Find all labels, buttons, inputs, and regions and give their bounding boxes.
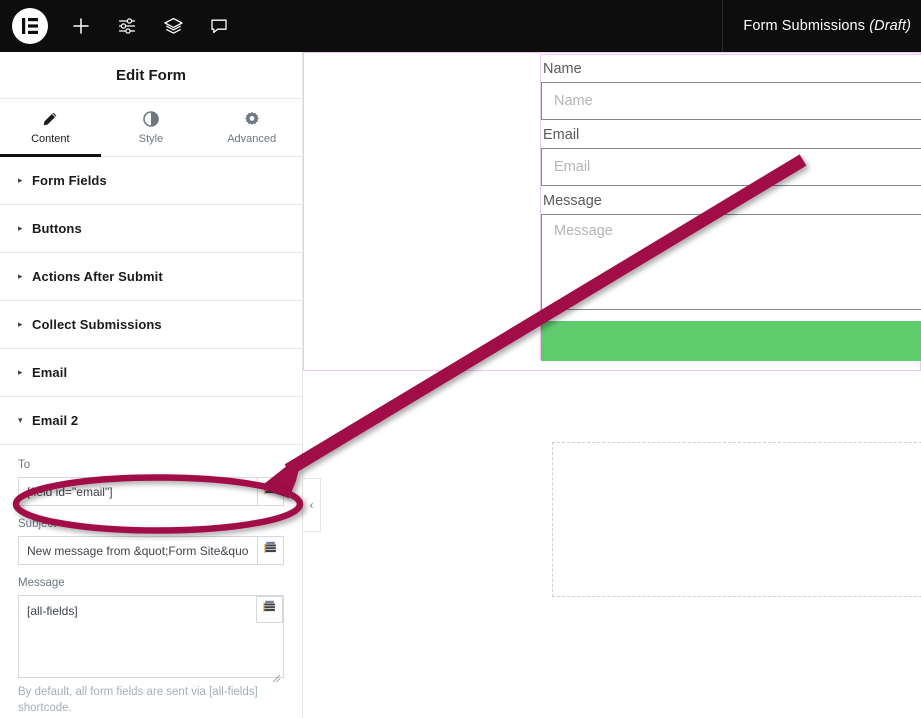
to-input[interactable] bbox=[18, 477, 257, 506]
control-to: To bbox=[18, 459, 284, 506]
control-subject-row bbox=[18, 536, 284, 565]
email-2-controls: To [field id="email"] Subject New messag… bbox=[0, 445, 302, 716]
layers-icon bbox=[163, 16, 184, 37]
control-message-row bbox=[18, 595, 284, 683]
preview-input-name[interactable] bbox=[541, 81, 921, 120]
subject-shortcode-insert-button[interactable] bbox=[257, 536, 284, 565]
document-status-badge: (Draft) bbox=[869, 18, 911, 34]
control-message: Message [all-fields] By default, all for… bbox=[18, 577, 284, 716]
section-collect-submissions-label: Collect Submissions bbox=[32, 317, 162, 332]
preview-label-name: Name bbox=[543, 61, 582, 77]
sliders-icon bbox=[117, 16, 137, 36]
add-element-button[interactable] bbox=[58, 0, 104, 52]
comments-button[interactable] bbox=[196, 0, 242, 52]
navigator-button[interactable] bbox=[150, 0, 196, 52]
tab-content-label: Content bbox=[31, 133, 70, 145]
pencil-icon bbox=[42, 110, 58, 127]
section-email-2-label: Email 2 bbox=[32, 413, 79, 428]
panel-header: Edit Form bbox=[0, 52, 302, 99]
editor-panel: Edit Form Content Style Advanced ▸ Form … bbox=[0, 52, 303, 718]
chevron-right-icon: ▸ bbox=[18, 271, 23, 281]
chevron-right-icon: ▸ bbox=[18, 319, 23, 329]
panel-collapse-button[interactable]: ‹ bbox=[303, 478, 321, 532]
form-widget[interactable]: Name Email Message bbox=[540, 54, 921, 361]
panel-tabs: Content Style Advanced bbox=[0, 99, 302, 157]
subject-input[interactable] bbox=[18, 536, 257, 565]
gear-icon bbox=[244, 110, 260, 127]
tab-style-label: Style bbox=[138, 133, 164, 145]
tab-content[interactable]: Content bbox=[0, 99, 101, 157]
preview-canvas: Name Email Message bbox=[303, 52, 921, 718]
preview-input-email[interactable] bbox=[541, 147, 921, 186]
preview-textarea-message[interactable] bbox=[541, 213, 921, 310]
preview-field-name: Name bbox=[541, 61, 921, 120]
controls-accordion: ▸ Form Fields ▸ Buttons ▸ Actions After … bbox=[0, 157, 302, 445]
elementor-logo-icon[interactable] bbox=[12, 8, 48, 44]
section-email-label: Email bbox=[32, 365, 68, 380]
panel-title: Edit Form bbox=[116, 66, 186, 84]
chevron-right-icon: ▸ bbox=[18, 175, 23, 185]
chevron-left-icon: ‹ bbox=[309, 498, 314, 512]
section-outline[interactable]: Name Email Message bbox=[303, 52, 921, 371]
shortcode-insert-icon bbox=[264, 482, 277, 501]
section-actions-after-submit[interactable]: ▸ Actions After Submit bbox=[0, 253, 302, 301]
contrast-icon bbox=[143, 110, 159, 127]
control-to-label: To bbox=[18, 459, 31, 471]
message-shortcode-insert-button[interactable] bbox=[256, 596, 283, 623]
control-subject: Subject bbox=[18, 518, 284, 565]
tab-advanced[interactable]: Advanced bbox=[201, 99, 302, 156]
section-actions-after-submit-label: Actions After Submit bbox=[32, 269, 163, 284]
section-buttons[interactable]: ▸ Buttons bbox=[0, 205, 302, 253]
plus-icon bbox=[71, 16, 91, 36]
message-textarea[interactable] bbox=[18, 595, 284, 678]
shortcode-insert-icon bbox=[263, 600, 276, 619]
chevron-down-icon: ▾ bbox=[18, 415, 23, 425]
section-email-2[interactable]: ▾ Email 2 bbox=[0, 397, 302, 445]
control-subject-label: Subject bbox=[18, 518, 57, 530]
document-title-text: Form Submissions bbox=[743, 18, 866, 34]
document-title: Form Submissions (Draft) bbox=[743, 18, 911, 34]
section-form-fields[interactable]: ▸ Form Fields bbox=[0, 157, 302, 205]
tab-advanced-label: Advanced bbox=[227, 133, 277, 145]
preview-field-message: Message bbox=[541, 192, 921, 310]
section-email[interactable]: ▸ Email bbox=[0, 349, 302, 397]
chat-bubble-icon bbox=[209, 16, 229, 36]
to-shortcode-insert-button[interactable] bbox=[257, 477, 284, 506]
elementor-editor: Form Submissions (Draft) Name Email Mess… bbox=[0, 0, 921, 718]
tab-style[interactable]: Style bbox=[101, 99, 202, 156]
preview-field-email: Email bbox=[541, 126, 921, 186]
editor-topbar: Form Submissions (Draft) bbox=[0, 0, 921, 52]
control-message-label: Message bbox=[18, 577, 65, 589]
topbar-actions bbox=[0, 0, 242, 52]
preview-label-message: Message bbox=[543, 192, 602, 209]
chevron-right-icon: ▸ bbox=[18, 223, 23, 233]
document-status-area: Form Submissions (Draft) bbox=[722, 0, 921, 52]
section-buttons-label: Buttons bbox=[32, 221, 82, 236]
empty-dropzone[interactable] bbox=[552, 442, 921, 597]
section-form-fields-label: Form Fields bbox=[32, 173, 107, 188]
preview-submit-button[interactable] bbox=[541, 320, 921, 361]
preview-label-email: Email bbox=[543, 126, 580, 143]
message-helper-text: By default, all form fields are sent via… bbox=[18, 686, 258, 714]
shortcode-insert-icon bbox=[264, 541, 277, 560]
control-to-row bbox=[18, 477, 284, 506]
site-settings-button[interactable] bbox=[104, 0, 150, 52]
section-collect-submissions[interactable]: ▸ Collect Submissions bbox=[0, 301, 302, 349]
chevron-right-icon: ▸ bbox=[18, 367, 23, 377]
